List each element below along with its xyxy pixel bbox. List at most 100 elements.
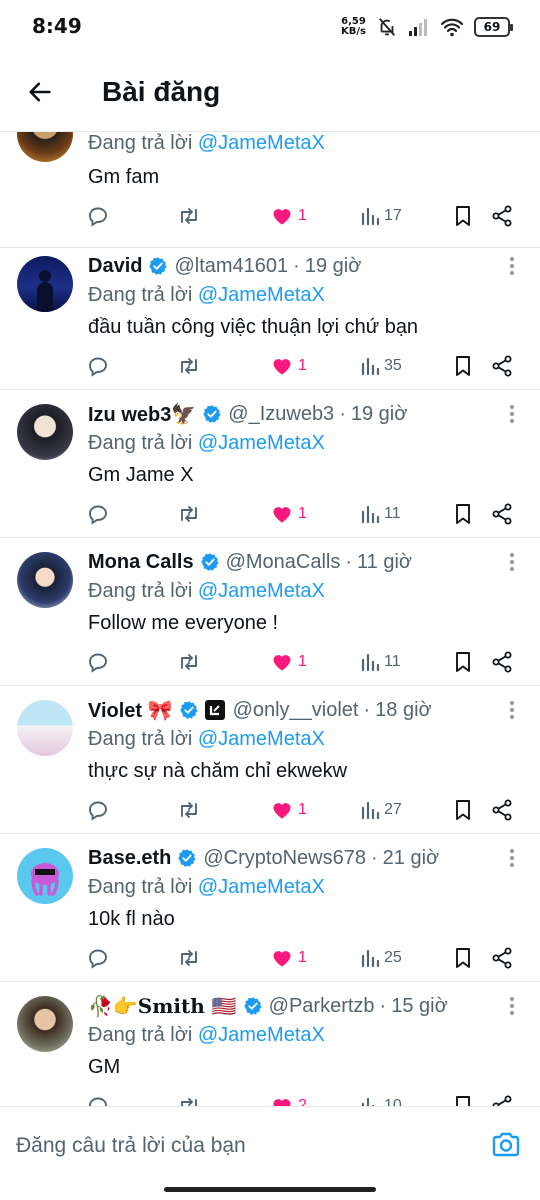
share-button[interactable] [490,202,514,230]
bookmark-button[interactable] [452,648,474,676]
views-button[interactable]: 10 [360,1092,402,1106]
post-time[interactable]: 11 giờ [357,551,412,574]
verified-badge-icon [243,996,263,1016]
author-handle[interactable]: @CryptoNews678 [203,847,366,870]
back-button[interactable] [22,74,58,110]
author-handle[interactable]: @_Izuweb3 [228,403,334,426]
post-time[interactable]: 19 giờ [351,403,407,426]
like-button[interactable]: 1 [270,796,307,824]
reply-to-mention[interactable]: @JameMetaX [198,876,325,898]
bookmark-button[interactable] [452,944,474,972]
avatar[interactable] [17,552,73,608]
like-button[interactable]: 1 [270,648,307,676]
author-handle[interactable]: @ltam41601 [174,255,288,278]
author-name[interactable]: Izu web3🦅 [88,402,196,427]
repost-icon [181,358,197,374]
more-options-button[interactable] [502,698,522,722]
share-button[interactable] [490,500,514,528]
reply-to-mention[interactable]: @JameMetaX [198,1024,325,1046]
avatar[interactable] [17,700,73,756]
author-handle[interactable]: @only__violet [233,699,359,722]
repost-button[interactable] [176,1092,202,1106]
share-button[interactable] [490,1092,514,1106]
reply-to-mention[interactable]: @JameMetaX [198,432,325,454]
more-options-button[interactable] [502,254,522,278]
share-button[interactable] [490,648,514,676]
reply-to-mention[interactable]: @JameMetaX [198,580,325,602]
avatar[interactable] [17,256,73,312]
bookmark-button[interactable] [452,352,474,380]
avatar[interactable] [17,404,73,460]
reply-to-mention[interactable]: @JameMetaX [198,284,325,306]
avatar[interactable] [17,132,73,162]
reply-to-mention[interactable]: @JameMetaX [198,728,325,750]
author-name[interactable]: David [88,255,142,278]
views-button[interactable]: 25 [360,944,402,972]
avatar[interactable] [17,996,73,1052]
reply-input[interactable] [16,1131,456,1161]
like-count: 1 [298,801,307,818]
avatar[interactable] [17,848,73,904]
more-options-button[interactable] [502,994,522,1018]
share-button[interactable] [490,352,514,380]
reply-button[interactable] [86,944,110,972]
affiliate-badge-icon[interactable] [204,700,225,720]
reply-button[interactable] [86,648,110,676]
author-name[interactable]: Base.eth [88,847,171,870]
author-handle[interactable]: @MonaCalls [226,551,341,574]
share-button[interactable] [490,944,514,972]
camera-button[interactable] [490,1129,522,1161]
bookmark-button[interactable] [452,796,474,824]
more-vertical-icon [510,701,514,719]
author-name[interactable]: Violet 🎀 [88,698,173,723]
repost-button[interactable] [176,202,202,230]
views-button[interactable]: 35 [360,352,402,380]
like-button[interactable]: 1 [270,944,307,972]
like-button[interactable]: 2 [270,1092,307,1106]
post-time[interactable]: 18 giờ [375,699,431,722]
post-time[interactable]: 21 giờ [383,847,439,870]
reply-post[interactable]: Izu web3🦅 @_Izuweb3 · 19 giờ Đang trả lờ… [0,390,540,538]
bookmark-button[interactable] [452,202,474,230]
bookmark-button[interactable] [452,1092,474,1106]
post-time[interactable]: 15 giờ [391,995,447,1018]
like-button[interactable]: 1 [270,352,307,380]
views-button[interactable]: 17 [360,202,402,230]
views-button[interactable]: 11 [360,648,401,676]
reply-button[interactable] [86,500,110,528]
reply-to-mention[interactable]: @JameMetaX [198,132,325,154]
like-count: 2 [298,1097,307,1106]
reply-feed[interactable]: Đang trả lời @JameMetaX Gm fam 1 17 Davi… [0,132,540,1106]
views-button[interactable]: 27 [360,796,402,824]
author-name[interactable]: Mona Calls [88,551,194,574]
more-options-button[interactable] [502,402,522,426]
reply-button[interactable] [86,352,110,380]
like-button[interactable]: 1 [270,202,307,230]
more-options-button[interactable] [502,550,522,574]
reply-post[interactable]: Đang trả lời @JameMetaX Gm fam 1 17 [0,132,540,248]
views-button[interactable]: 11 [360,500,401,528]
repost-button[interactable] [176,944,202,972]
post-time[interactable]: 19 giờ [305,255,361,278]
author-name[interactable]: 🥀👉𝐒𝐦𝐢𝐭𝐡 🇺🇸 [88,994,237,1018]
repost-button[interactable] [176,500,202,528]
reply-button[interactable] [86,1092,110,1106]
more-options-button[interactable] [502,846,522,870]
reply-post[interactable]: Mona Calls @MonaCalls · 11 giờ Đang trả … [0,538,540,686]
reply-post[interactable]: Violet 🎀 @only__violet · 18 giờ Đang trả… [0,686,540,834]
reply-post[interactable]: David @ltam41601 · 19 giờ Đang trả lời @… [0,242,540,390]
repost-button[interactable] [176,648,202,676]
reply-post[interactable]: Base.eth @CryptoNews678 · 21 giờ Đang tr… [0,834,540,982]
reply-button[interactable] [86,202,110,230]
bookmark-button[interactable] [452,500,474,528]
home-indicator[interactable] [164,1187,376,1192]
repost-icon [181,802,197,818]
repost-button[interactable] [176,796,202,824]
reply-post[interactable]: 🥀👉𝐒𝐦𝐢𝐭𝐡 🇺🇸 @Parkertzb · 15 giờ Đang trả … [0,982,540,1106]
verified-badge-icon [200,552,220,572]
reply-button[interactable] [86,796,110,824]
author-handle[interactable]: @Parkertzb [269,995,375,1018]
share-button[interactable] [490,796,514,824]
repost-button[interactable] [176,352,202,380]
like-button[interactable]: 1 [270,500,307,528]
